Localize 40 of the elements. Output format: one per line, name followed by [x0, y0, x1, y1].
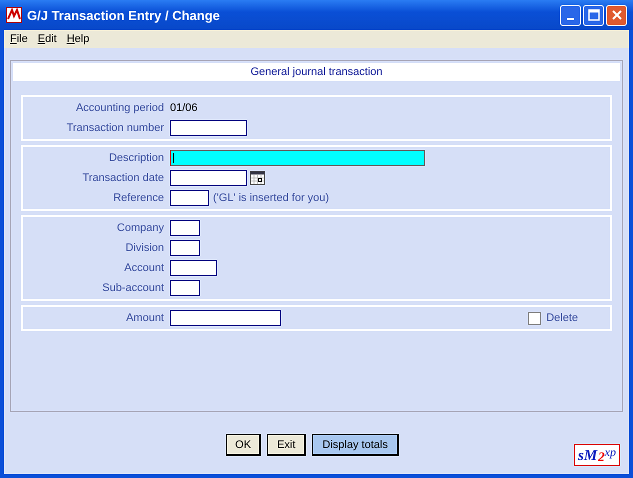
input-field[interactable]: [170, 220, 200, 236]
input-field[interactable]: [170, 150, 425, 166]
input-field[interactable]: [170, 310, 281, 326]
delete-checkbox[interactable]: Delete: [528, 312, 578, 324]
field-label: Division: [124, 242, 165, 254]
close-button[interactable]: [606, 4, 627, 26]
field-label: Transaction date: [81, 172, 165, 184]
minimize-icon: [567, 18, 574, 20]
close-icon: [610, 9, 622, 21]
menu-item[interactable]: Help: [66, 33, 90, 45]
menu-item[interactable]: Edit: [38, 33, 57, 45]
hint-text: ('GL' is inserted for you): [213, 192, 330, 204]
field-label: Reference: [112, 192, 165, 204]
dialog-button[interactable]: Exit: [267, 434, 306, 456]
app-icon: [6, 7, 22, 23]
field-label: Transaction number: [66, 122, 165, 134]
window-title: G/J Transaction Entry / Change: [27, 8, 221, 22]
field-label: Sub-account: [101, 282, 165, 294]
field-label: Account: [123, 262, 165, 274]
field-value: 01/06: [170, 102, 198, 114]
menu-item[interactable]: File: [10, 33, 28, 45]
input-field[interactable]: [170, 190, 209, 206]
input-field[interactable]: [170, 280, 200, 296]
checkbox[interactable]: [528, 312, 542, 324]
dialog-button[interactable]: Display totals: [312, 434, 399, 456]
maximize-button[interactable]: [583, 4, 604, 26]
minimize-button[interactable]: [560, 4, 581, 26]
logo: sM2xp: [574, 444, 620, 466]
field-label: Description: [108, 152, 165, 164]
maximize-icon: [588, 9, 600, 21]
field-label: Amount: [125, 312, 165, 324]
calendar-icon[interactable]: [250, 171, 265, 185]
form-header: General journal transaction: [13, 63, 620, 81]
dialog-button[interactable]: OK: [226, 434, 262, 456]
input-field[interactable]: [170, 120, 247, 136]
input-field[interactable]: [170, 260, 217, 276]
field-label: Accounting period: [74, 102, 165, 114]
input-field[interactable]: [170, 170, 247, 186]
input-field[interactable]: [170, 240, 200, 256]
field-label: Company: [116, 222, 165, 234]
